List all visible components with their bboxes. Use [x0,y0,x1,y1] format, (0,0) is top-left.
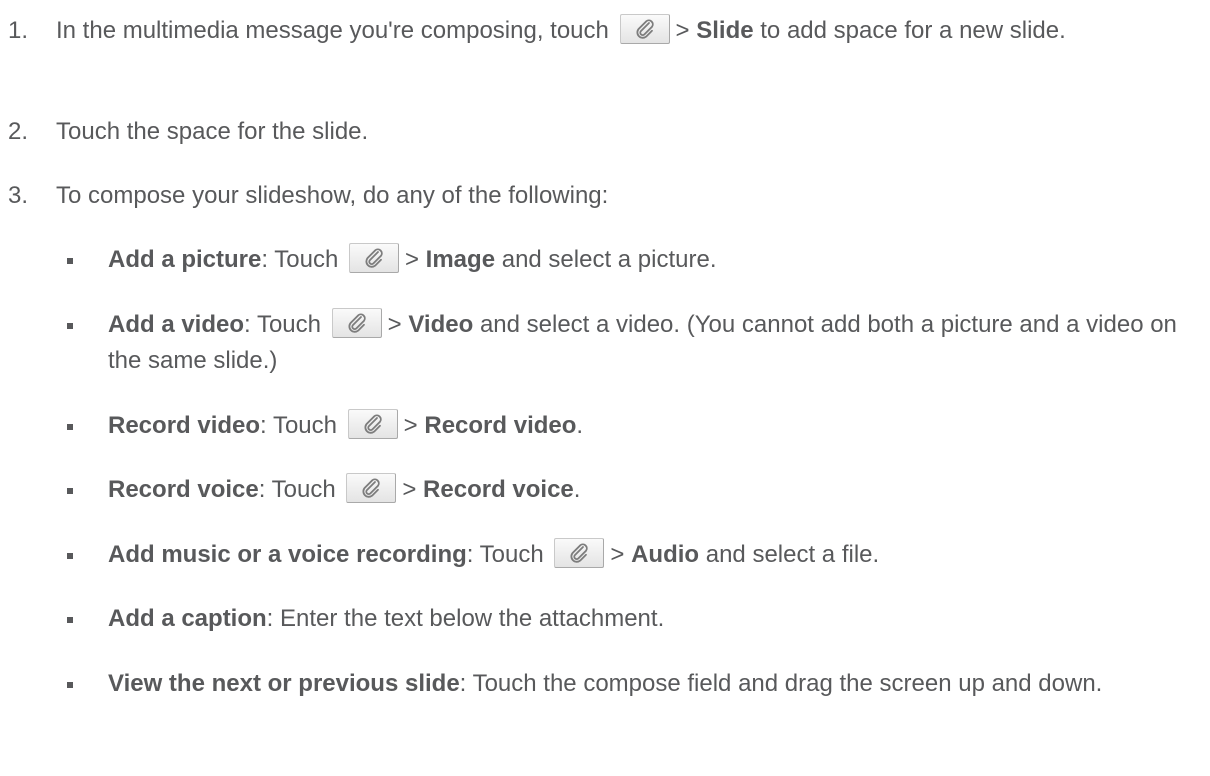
bullet-title: Add music or a voice recording [108,541,467,568]
bullet-text: Add a caption: Enter the text below the … [108,601,1198,637]
bullet-text-pre: Touch [256,311,321,338]
step-text: In the multimedia message you're composi… [56,13,1196,49]
bullet-target: Image [425,246,496,273]
bullet-marker [67,488,73,494]
bullet-text-body: Touch the compose field and drag the scr… [472,670,1103,697]
bullet-text: Add a video: Touch > Video and select a … [108,307,1198,379]
bullet-colon: : [244,311,251,338]
bullet-marker [67,323,73,329]
bullet-text-body: Enter the text below the attachment. [280,605,665,632]
bullet-text-post: and select a picture. [501,246,717,273]
bullet-title: Record voice [108,476,259,503]
bullet-title: Record video [108,412,261,439]
bullet-title: Add a picture [108,246,262,273]
bullet-marker [67,553,73,559]
bullet-separator: > [387,311,402,338]
bullet-colon: : [260,412,267,439]
bullet-colon: : [266,605,274,632]
paperclip-icon [331,308,382,338]
bullet-marker [67,424,73,430]
bullet-text-post: . [573,476,581,503]
bullet-text-post: . [576,412,584,439]
bullet-separator: > [610,541,625,568]
step-bold-text: Slide [696,17,754,44]
step-separator: > [675,17,690,44]
step-number: 2. [8,118,29,145]
step-text: To compose your slideshow, do any of the… [56,182,609,209]
bullet-marker [67,258,73,264]
step-text: Touch the space for the slide. [56,118,369,145]
bullet-colon: : [466,541,474,568]
bullet-text-pre: Touch [271,476,336,503]
bullet-target: Audio [631,541,700,568]
bullet-target: Record voice [423,476,574,503]
bullet-text: Add a picture: Touch > Image and select … [108,242,1198,278]
bullet-title: Add a video [108,311,245,338]
bullet-separator: > [402,476,417,503]
paperclip-icon [346,473,397,503]
bullet-colon: : [459,670,467,697]
bullet-text: Add music or a voice recording: Touch > … [108,537,1198,573]
bullet-title: View the next or previous slide [108,670,460,697]
bullet-text-pre: Touch [479,541,544,568]
document-page: 1. In the multimedia message you're comp… [0,0,1210,776]
bullet-text: Record voice: Touch > Record voice. [108,472,1198,508]
bullet-text-pre: Touch [274,246,339,273]
bullet-title: Add a caption [108,605,267,632]
bullet-separator: > [403,412,418,439]
step-number: 1. [8,17,29,44]
bullet-text-post: and select a file. [705,541,880,568]
bullet-colon: : [258,476,266,503]
paperclip-icon [619,14,670,44]
bullet-target: Record video [424,412,577,439]
bullet-text: View the next or previous slide: Touch t… [108,666,1198,702]
paperclip-icon [347,409,398,439]
bullet-text: Record video: Touch > Record video. [108,408,1198,444]
bullet-text-pre: Touch [272,412,337,439]
step-number: 3. [8,182,29,209]
step-text-pre: In the multimedia message you're composi… [56,17,609,44]
paperclip-icon [554,538,605,568]
bullet-marker [67,617,73,623]
bullet-marker [67,682,73,688]
bullet-target: Video [408,311,474,338]
bullet-separator: > [404,246,419,273]
paperclip-icon [348,243,399,273]
bullet-colon: : [261,246,269,273]
step-text-post: to add space for a new slide. [760,17,1066,44]
